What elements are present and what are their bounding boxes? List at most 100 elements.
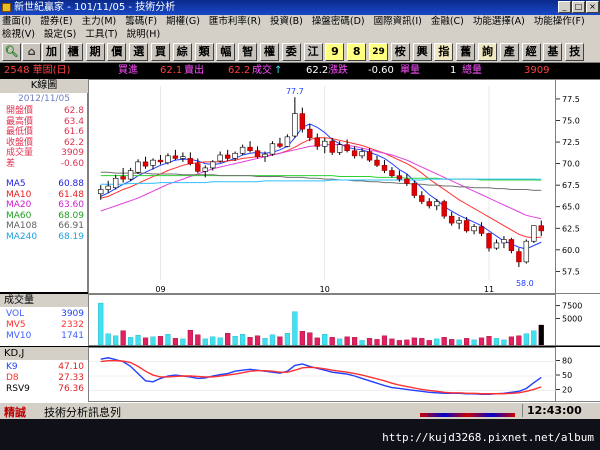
volume-bar (478, 337, 485, 346)
volume-bar (299, 331, 305, 346)
low-annotation: 58.0 (516, 279, 534, 288)
menu-item-row1-11[interactable]: 功能操作(F) (534, 15, 585, 28)
toolbar-button-0[interactable]: 加 (42, 43, 61, 61)
toolbar-button-4[interactable]: 選 (129, 43, 149, 61)
menu-item-row1-10[interactable]: 功能選擇(A) (473, 15, 525, 28)
toolbar-button-11[interactable]: 委 (281, 43, 301, 61)
toolbar-button-15[interactable]: 29 (369, 43, 388, 61)
home-icon[interactable]: ⌂ (22, 43, 41, 61)
candle (381, 160, 388, 174)
menu-item-row2-0[interactable]: 檢視(V) (2, 28, 35, 41)
volume-bar (381, 335, 388, 346)
candle (217, 151, 223, 163)
price-row-label: 差 (6, 158, 16, 169)
menu-item-row2-1[interactable]: 設定(S) (44, 28, 76, 41)
menu-item-row1-0[interactable]: 畫面(I) (2, 15, 31, 28)
search-icon[interactable]: 🔍︎ (2, 43, 21, 61)
volume-bar (135, 335, 141, 346)
volume-bar (531, 330, 537, 346)
volume-bar (150, 336, 156, 346)
toolbar-button-24[interactable]: 技 (565, 43, 585, 61)
volume-bar (307, 332, 313, 346)
volume-legend-value: 2332 (61, 320, 84, 330)
volume-bar (165, 334, 171, 346)
toolbar-button-7[interactable]: 類 (194, 43, 214, 61)
volume-legend-row: MV5 2332 (6, 320, 86, 330)
volume-bar (449, 339, 455, 346)
volume-bar (98, 302, 104, 346)
price-row: 最高價 63.4 (6, 117, 86, 127)
toolbar-button-22[interactable]: 經 (521, 43, 541, 61)
volume-label: 單量 (400, 65, 420, 76)
ma-row: MA5 60.88 (6, 179, 86, 189)
toolbar-button-19[interactable]: 舊 (456, 43, 476, 61)
y-tick-label: 65.0 (562, 203, 580, 212)
minimize-button[interactable]: _ (558, 1, 571, 13)
bid-value: 62.1 (160, 65, 183, 76)
volume-bar (464, 338, 470, 346)
toolbar-button-21[interactable]: 產 (499, 43, 519, 61)
toolbar-button-17[interactable]: 興 (412, 43, 432, 61)
toolbar-button-18[interactable]: 指 (434, 43, 454, 61)
candle (135, 159, 141, 174)
candle (180, 152, 186, 162)
trade-arrow-icon: ↑ (274, 65, 283, 76)
volume-bar (187, 329, 193, 346)
toolbar-button-8[interactable]: 幅 (216, 43, 236, 61)
menu-item-row1-8[interactable]: 國際資訊(I) (374, 15, 422, 28)
menu-row-secondary: 檢視(V) 設定(S) 工具(T) 說明(H) (2, 28, 169, 41)
volume-bar (217, 337, 223, 346)
candle (426, 198, 432, 209)
footer: http://kujd3268.pixnet.net/album (0, 419, 600, 450)
kd-chart[interactable] (88, 347, 557, 402)
candle (389, 167, 395, 178)
panel-title: K線圖 (0, 79, 88, 93)
menu-item-row2-3[interactable]: 說明(H) (127, 28, 161, 41)
status-text: 技術分析訊息列 (44, 406, 121, 419)
volume-bar (426, 340, 432, 346)
candle (501, 236, 507, 249)
toolbar-button-1[interactable]: 櫃 (63, 43, 83, 61)
volume-chart[interactable] (88, 294, 556, 346)
toolbar-button-20[interactable]: 詢 (478, 43, 497, 61)
toolbar-button-23[interactable]: 基 (543, 43, 563, 61)
volume-bar (359, 340, 365, 346)
menu-item-row1-6[interactable]: 投資(B) (270, 15, 303, 28)
menu-item-row1-4[interactable]: 期權(G) (166, 15, 200, 28)
toolbar-button-6[interactable]: 綜 (172, 43, 192, 61)
volume-y-tick-label: 7500 (562, 302, 582, 311)
toolbar-button-13[interactable]: 9 (325, 43, 345, 61)
stock-code-name[interactable]: 2548 華固(日) (4, 64, 70, 78)
menu-item-row1-3[interactable]: 籌碼(F) (125, 15, 157, 28)
toolbar-button-5[interactable]: 買 (151, 43, 170, 61)
menu-item-row1-1[interactable]: 證券(E) (40, 15, 72, 28)
menu-item-row1-7[interactable]: 操盤密碼(D) (312, 15, 365, 28)
y-tick-label: 72.5 (562, 138, 580, 147)
y-tick-label: 60.0 (562, 246, 580, 255)
menu-item-row2-2[interactable]: 工具(T) (85, 28, 117, 41)
close-button[interactable]: × (586, 1, 599, 13)
toolbar-button-2[interactable]: 期 (85, 43, 105, 61)
toolbar-button-9[interactable]: 智 (238, 43, 258, 61)
volume-panel-title: 成交量 (0, 294, 88, 307)
ask-value: 62.2 (228, 65, 251, 76)
volume-bar (172, 338, 179, 346)
volume-bar (374, 339, 380, 346)
candlestick-chart[interactable]: 09 10 11 77.7 58.0 (88, 79, 556, 294)
menu-item-row1-2[interactable]: 主力(M) (82, 15, 117, 28)
toolbar-button-12[interactable]: 江 (303, 43, 323, 61)
menu-item-row1-9[interactable]: 金融(C) (431, 15, 464, 28)
candle (269, 141, 276, 156)
volume-bar (389, 338, 395, 346)
menu-item-row1-5[interactable]: 匯市利率(R) (209, 15, 261, 28)
toolbar-button-16[interactable]: 桉 (390, 43, 410, 61)
change-label: 漲跌 (328, 65, 348, 76)
toolbar-button-10[interactable]: 權 (260, 43, 279, 61)
volume-bar (195, 334, 201, 346)
volume-bar (157, 336, 164, 346)
toolbar-button-3[interactable]: 價 (107, 43, 127, 61)
candle (322, 137, 328, 154)
price-row-label: 開盤價 (6, 106, 34, 116)
toolbar-button-14[interactable]: 8 (347, 43, 367, 61)
maximize-button[interactable]: □ (572, 1, 585, 13)
